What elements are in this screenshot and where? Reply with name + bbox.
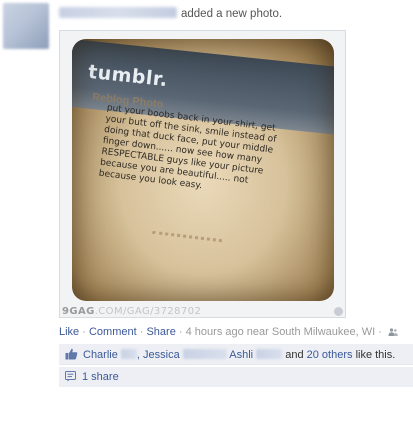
photo-attachment[interactable]: tumblr. Reblog Photo put your boobs back… [59, 30, 346, 318]
separator: · [82, 326, 86, 338]
watermark-url: .COM/GAG/3728702 [94, 306, 202, 317]
photo-vignette [72, 39, 334, 301]
separator: · [139, 326, 144, 338]
others-link[interactable]: 20 others [307, 349, 353, 361]
thumbs-up-icon [65, 348, 78, 360]
poster-avatar[interactable] [3, 3, 49, 49]
separator: · [178, 326, 183, 338]
liker-name-redacted [120, 349, 137, 359]
photo-watermark: 9GAG.COM/GAG/3728702 [62, 306, 201, 317]
zoom-icon[interactable] [334, 307, 343, 316]
post-header: added a new photo. [59, 7, 409, 23]
likes-and-text: and [285, 349, 304, 361]
liker-name[interactable]: , Jessica [137, 349, 180, 361]
likes-summary: Charlie , Jessica Ashli and 20 others li… [59, 344, 413, 365]
post-actions: Like · Comment · Share · 4 hours ago nea… [59, 326, 409, 338]
shares-count-link[interactable]: 1 share [82, 371, 119, 383]
share-icon [65, 371, 76, 382]
poster-name-redacted[interactable] [59, 7, 177, 18]
share-link[interactable]: Share [146, 326, 175, 338]
post-timestamp[interactable]: 4 hours ago near South Milwaukee, WI [186, 326, 376, 338]
comment-link[interactable]: Comment [89, 326, 137, 338]
photo-image[interactable]: tumblr. Reblog Photo put your boobs back… [72, 39, 334, 301]
liker-name-redacted [182, 349, 227, 359]
liker-name[interactable]: Ashli [229, 349, 253, 361]
liker-name[interactable]: Charlie [83, 349, 118, 361]
shares-summary: 1 share [59, 367, 413, 387]
post-action-text: added a new photo. [181, 8, 283, 20]
liker-name-redacted [256, 349, 283, 359]
watermark-brand: 9GAG [62, 306, 95, 317]
likes-suffix: like this. [355, 349, 396, 361]
like-link[interactable]: Like [59, 326, 79, 338]
people-icon[interactable] [388, 328, 398, 336]
separator: · [378, 326, 382, 338]
